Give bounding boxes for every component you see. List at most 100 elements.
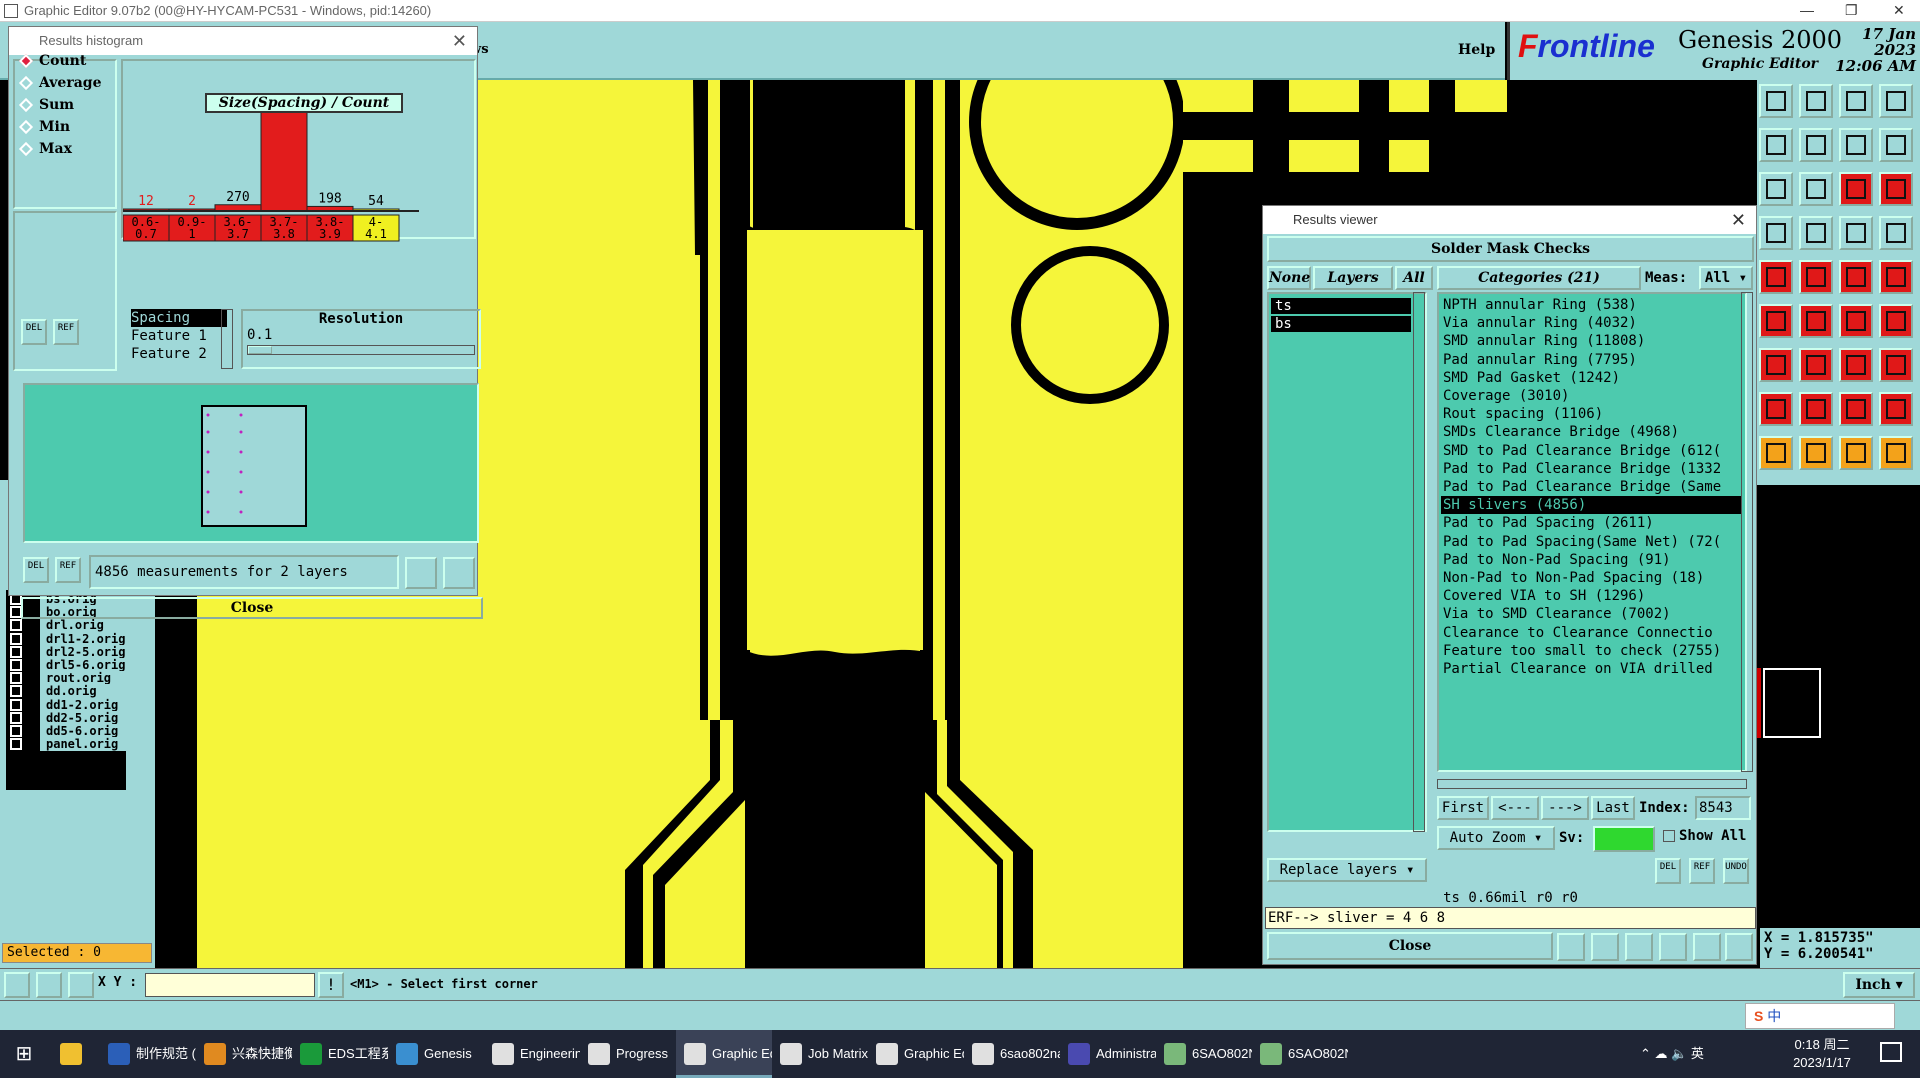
- tool-button-2-2-icon[interactable]: [1839, 172, 1873, 206]
- layer-checkbox[interactable]: [10, 685, 22, 698]
- category-item[interactable]: SMD to Pad Clearance Bridge (612(: [1441, 442, 1741, 460]
- category-item[interactable]: Clearance to Clearance Connectio: [1441, 624, 1741, 642]
- category-item[interactable]: Pad to Pad Spacing (2611): [1441, 514, 1741, 532]
- file-explorer-icon[interactable]: [48, 1030, 96, 1078]
- del-button[interactable]: DEL: [21, 319, 47, 345]
- taskbar-item[interactable]: 兴森快捷衡...: [196, 1030, 292, 1078]
- category-item[interactable]: Pad to Non-Pad Spacing (91): [1441, 551, 1741, 569]
- prev-button[interactable]: <---: [1491, 796, 1539, 820]
- layer-row[interactable]: dd5-6.orig: [6, 724, 128, 738]
- layer-row[interactable]: rout.orig: [6, 671, 128, 686]
- layer-checkbox[interactable]: [10, 672, 22, 685]
- tool-button-5-1-icon[interactable]: [1799, 304, 1833, 338]
- taskbar-item[interactable]: Job Matrix...: [772, 1030, 868, 1078]
- export-icon[interactable]: [1659, 933, 1687, 961]
- category-item[interactable]: Pad annular Ring (7795): [1441, 351, 1741, 369]
- taskbar-item[interactable]: 6SAO802N...: [1252, 1030, 1348, 1078]
- layer-checkbox[interactable]: [10, 725, 22, 737]
- system-tray[interactable]: ⌃ ☁ 🔈 英: [1640, 1030, 1704, 1078]
- tool-button-8-2-icon[interactable]: [1839, 436, 1873, 470]
- result-layer-item[interactable]: bs: [1271, 316, 1411, 332]
- layer-checkbox[interactable]: [10, 711, 22, 724]
- category-item[interactable]: Pad to Pad Clearance Bridge (1332: [1441, 460, 1741, 478]
- category-item[interactable]: SMD Pad Gasket (1242): [1441, 369, 1741, 387]
- histogram-icon[interactable]: [1725, 933, 1753, 961]
- table-icon[interactable]: [1591, 933, 1619, 961]
- layer-row[interactable]: drl.orig: [6, 618, 128, 633]
- tool-button-5-3-icon[interactable]: [1879, 304, 1913, 338]
- tool-button-7-1-icon[interactable]: [1799, 392, 1833, 426]
- notification-icon[interactable]: [1880, 1042, 1902, 1062]
- replace-layers-select[interactable]: Replace layers ▾: [1267, 858, 1427, 882]
- tool-button-5-2-icon[interactable]: [1839, 304, 1873, 338]
- undo-button[interactable]: UNDO: [1723, 858, 1749, 884]
- category-item[interactable]: Partial Clearance on VIA drilled: [1441, 660, 1741, 678]
- tool-button-1-1-icon[interactable]: [1799, 128, 1833, 162]
- category-item[interactable]: Pad to Pad Spacing(Same Net) (72(: [1441, 533, 1741, 551]
- layer-row[interactable]: dd.orig: [6, 684, 128, 699]
- taskbar-item[interactable]: 制作规范 (V...: [100, 1030, 196, 1078]
- taskbar-item[interactable]: Graphic Ed...: [868, 1030, 964, 1078]
- taskbar-item[interactable]: Graphic Ed...: [676, 1030, 772, 1078]
- tool-button-8-3-icon[interactable]: [1879, 436, 1913, 470]
- menu-help[interactable]: Help: [1458, 42, 1495, 58]
- spec-scrollbar[interactable]: [221, 309, 233, 369]
- tool-button-2-0-icon[interactable]: [1759, 172, 1793, 206]
- tool-button-3-0-icon[interactable]: [1759, 216, 1793, 250]
- taskbar-item[interactable]: Administra...: [1060, 1030, 1156, 1078]
- spec-item-spacing[interactable]: Spacing: [131, 309, 227, 327]
- taskbar-item[interactable]: 6sao802na...: [964, 1030, 1060, 1078]
- close-icon[interactable]: ✕: [452, 27, 467, 55]
- info-icon[interactable]: !: [318, 972, 344, 998]
- layer-scrollbar[interactable]: [1413, 292, 1425, 832]
- tool-button-0-3-icon[interactable]: [1879, 84, 1913, 118]
- category-item[interactable]: SMDs Clearance Bridge (4968): [1441, 423, 1741, 441]
- tool-button-2-1-icon[interactable]: [1799, 172, 1833, 206]
- tool-button-6-1-icon[interactable]: [1799, 348, 1833, 382]
- xy-input[interactable]: [145, 973, 315, 997]
- taskbar-item[interactable]: Genesis: [388, 1030, 484, 1078]
- tool-button-7-3-icon[interactable]: [1879, 392, 1913, 426]
- export-icon[interactable]: [405, 557, 437, 589]
- category-scrollbar[interactable]: [1741, 292, 1753, 772]
- tool-button-7-0-icon[interactable]: [1759, 392, 1793, 426]
- close-window-button[interactable]: ✕: [1893, 2, 1905, 19]
- tool-button-4-1-icon[interactable]: [1799, 260, 1833, 294]
- tool-button-1-2-icon[interactable]: [1839, 128, 1873, 162]
- layer-checkbox[interactable]: [10, 659, 22, 671]
- layer-checkbox[interactable]: [10, 645, 22, 658]
- resolution-slider[interactable]: [247, 345, 475, 355]
- minimize-button[interactable]: —: [1800, 2, 1814, 18]
- none-button[interactable]: None: [1267, 266, 1311, 290]
- close-icon[interactable]: ✕: [1731, 206, 1746, 234]
- tool-button-3-3-icon[interactable]: [1879, 216, 1913, 250]
- category-item[interactable]: Via annular Ring (4032): [1441, 314, 1741, 332]
- import-icon[interactable]: [443, 557, 475, 589]
- taskbar-item[interactable]: Progress: [580, 1030, 676, 1078]
- start-icon[interactable]: ⊞: [0, 1030, 48, 1078]
- layer-row[interactable]: dd1-2.orig: [6, 697, 128, 712]
- result-layer-item[interactable]: ts: [1271, 298, 1411, 314]
- sv-color-select[interactable]: [1593, 826, 1655, 852]
- report-icon[interactable]: [1557, 933, 1585, 961]
- tool-button-7-2-icon[interactable]: [1839, 392, 1873, 426]
- show-all-checkbox[interactable]: [1663, 830, 1675, 842]
- tool-button-8-1-icon[interactable]: [1799, 436, 1833, 470]
- ref-button[interactable]: REF: [1689, 858, 1715, 884]
- layer-row[interactable]: drl2-5.orig: [6, 644, 128, 659]
- mode-radio-average[interactable]: Average: [18, 75, 101, 91]
- grid-icon[interactable]: [68, 972, 94, 998]
- tool-button-1-0-icon[interactable]: [1759, 128, 1793, 162]
- categories-button[interactable]: Categories (21): [1437, 266, 1641, 290]
- spec-item-feature1[interactable]: Feature 1: [131, 327, 227, 345]
- units-select[interactable]: Inch ▾: [1843, 972, 1915, 998]
- tool-button-0-2-icon[interactable]: [1839, 84, 1873, 118]
- angle-icon[interactable]: [36, 972, 62, 998]
- tool-button-2-3-icon[interactable]: [1879, 172, 1913, 206]
- layer-row[interactable]: drl1-2.orig: [6, 631, 128, 646]
- tool-button-3-1-icon[interactable]: [1799, 216, 1833, 250]
- tool-button-6-3-icon[interactable]: [1879, 348, 1913, 382]
- layer-checkbox[interactable]: [10, 632, 22, 645]
- next-button[interactable]: --->: [1541, 796, 1589, 820]
- auto-zoom-select[interactable]: Auto Zoom ▾: [1437, 826, 1555, 850]
